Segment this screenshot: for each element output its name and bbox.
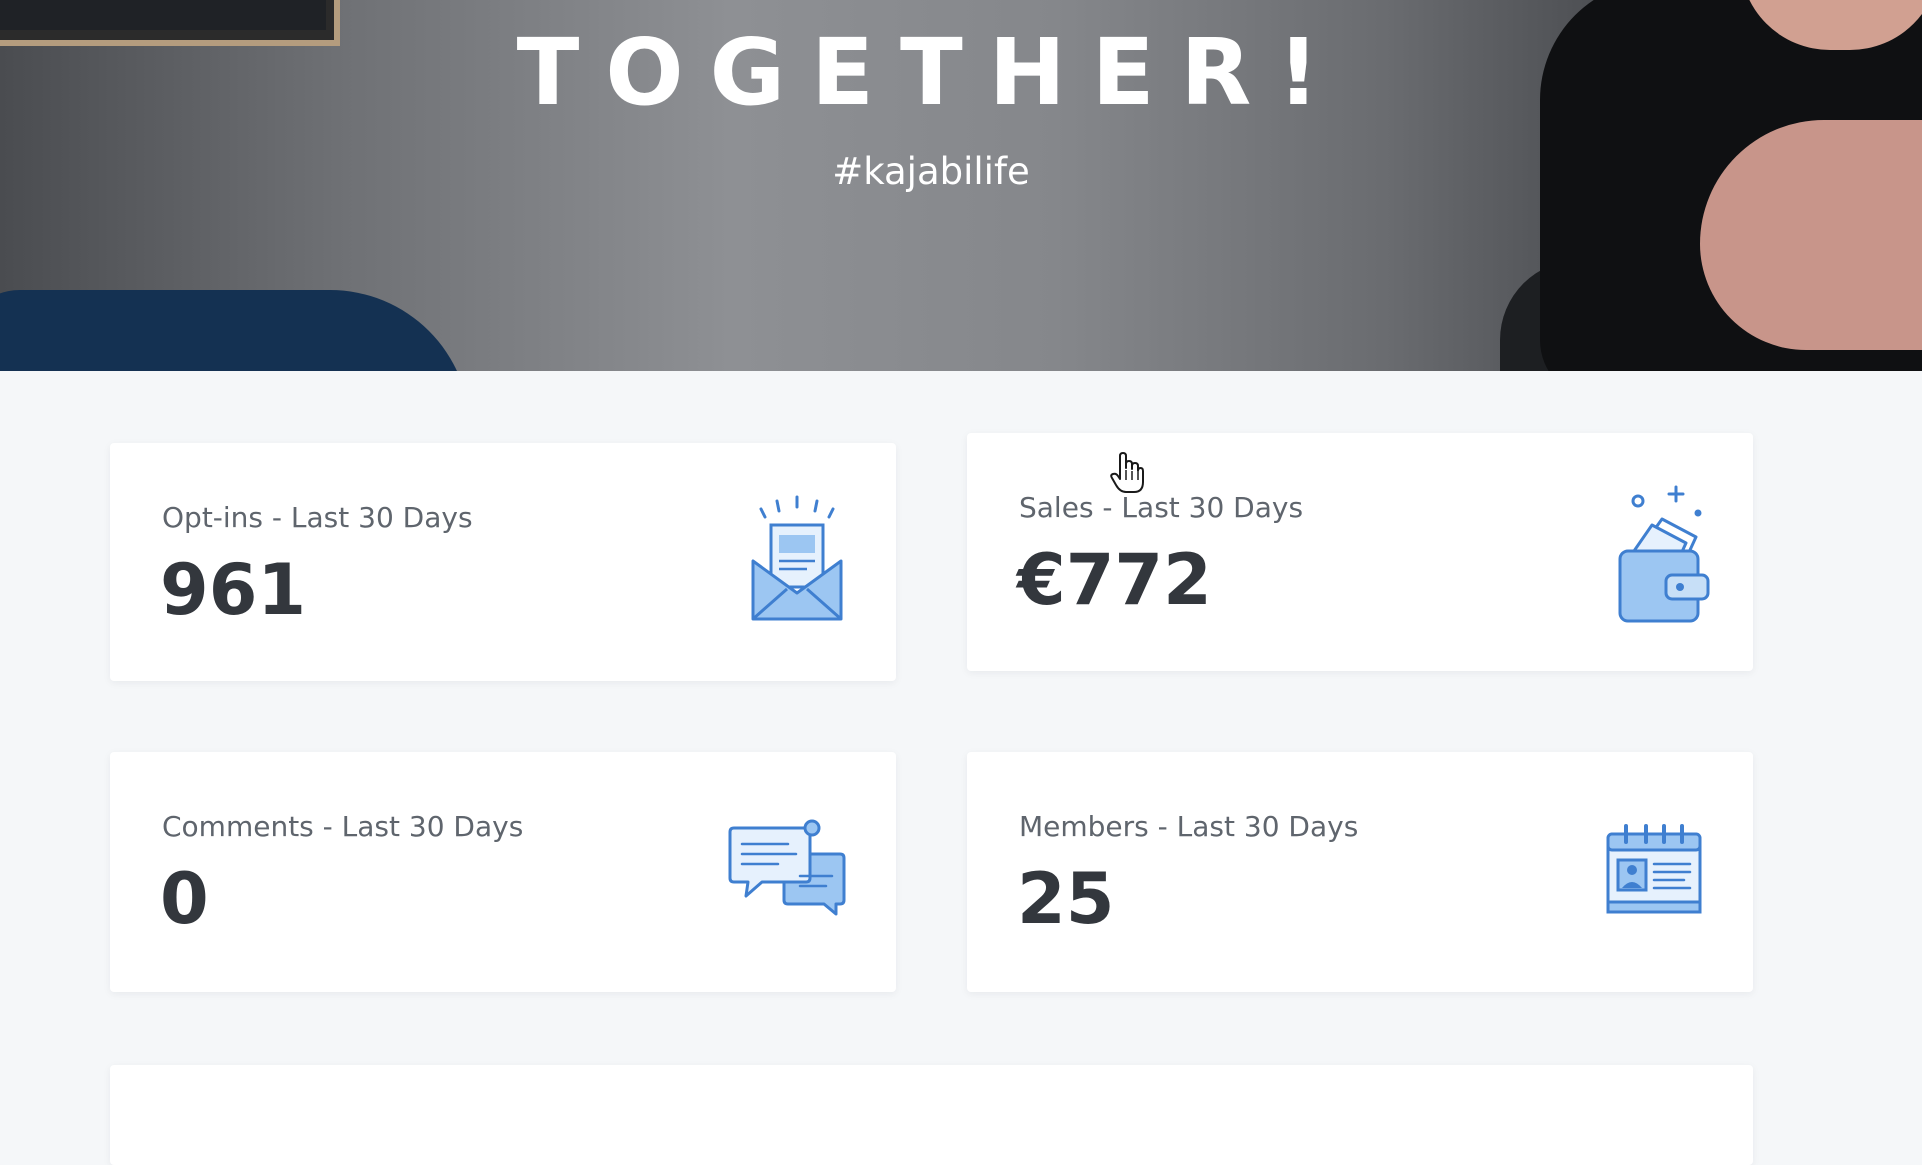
- optins-stat-card[interactable]: Opt-ins - Last 30 Days 961: [110, 443, 896, 681]
- optins-label: Opt-ins - Last 30 Days: [162, 501, 473, 534]
- hero-title: TOGETHER!: [516, 19, 1346, 126]
- hero-hashtag: #kajabilife: [832, 150, 1030, 193]
- sales-stat-card[interactable]: Sales - Last 30 Days €772: [967, 433, 1753, 671]
- calendar-contact-icon: [1606, 824, 1702, 914]
- comments-stat-card[interactable]: Comments - Last 30 Days 0: [110, 752, 896, 992]
- hand-cursor-icon: [1110, 452, 1144, 493]
- envelope-newsletter-icon: [751, 495, 843, 621]
- members-label: Members - Last 30 Days: [1019, 810, 1359, 843]
- blue-chair: [0, 290, 470, 371]
- members-value: 25: [1017, 858, 1115, 940]
- wallet-icon: [1618, 485, 1710, 623]
- hero-banner: TOGETHER! #kajabilife: [0, 0, 1922, 371]
- comments-label: Comments - Last 30 Days: [162, 810, 524, 843]
- sales-value: €772: [1017, 539, 1212, 621]
- sales-label: Sales - Last 30 Days: [1019, 491, 1304, 524]
- chat-bubbles-icon: [728, 819, 846, 916]
- comments-value: 0: [160, 858, 209, 940]
- members-stat-card[interactable]: Members - Last 30 Days 25: [967, 752, 1753, 992]
- partial-card: [110, 1065, 1753, 1165]
- optins-value: 961: [160, 549, 307, 631]
